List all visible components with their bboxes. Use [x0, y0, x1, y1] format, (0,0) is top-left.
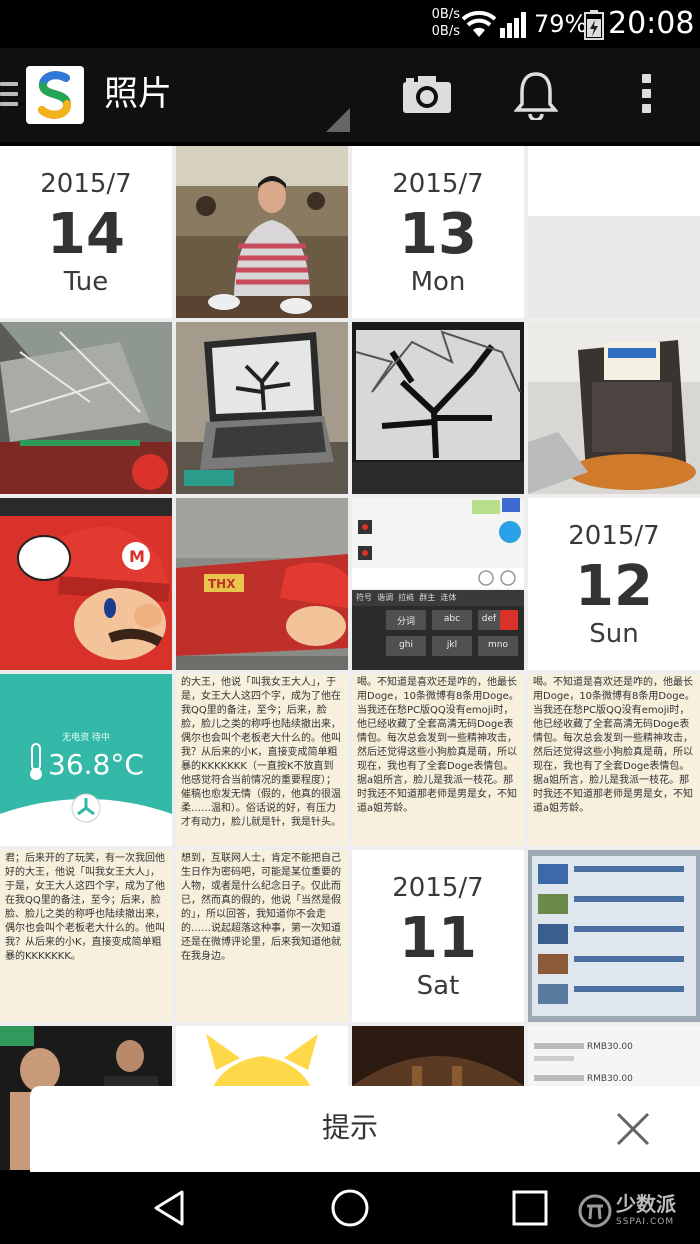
date-header-tile[interactable]: 2015/7 13 Mon: [352, 146, 524, 318]
battery-charging-icon: [584, 10, 604, 40]
date-header-tile[interactable]: 2015/7 11 Sat: [352, 850, 524, 1022]
date-weekday: Tue: [63, 267, 109, 297]
photo-grid: 2015/7 14 Tue 2015/7 13 Mon M THX 符号 谐调 …: [0, 146, 700, 1170]
watermark-text: 少数派: [616, 1192, 676, 1216]
net-up-text: 0B/s: [431, 7, 460, 22]
kb-key: 分词: [396, 617, 415, 627]
status-bar: 0B/s 0B/s 79% 20:08: [0, 0, 700, 48]
photo-thumbnail[interactable]: [528, 322, 700, 494]
sspai-logo-icon: [578, 1194, 612, 1228]
photo-thumbnail[interactable]: [352, 322, 524, 494]
screenshot-thumbnail[interactable]: 符号 谐调 拉裢 群主 连体 分词 abc def ghi jkl mno: [352, 498, 524, 670]
photo-thumbnail[interactable]: [528, 146, 700, 318]
network-speed: 0B/s 0B/s: [420, 6, 460, 40]
hint-banner[interactable]: 提示: [30, 1086, 700, 1172]
photo-thumbnail[interactable]: [176, 146, 348, 318]
clock: 20:08: [608, 6, 695, 41]
watermark-subtext: SSPAI.COM: [616, 1217, 675, 1227]
date-day: 14: [47, 202, 125, 267]
screenshot-thumbnail[interactable]: 无电资 待中 36.8°C: [0, 674, 172, 846]
text-page-thumbnail[interactable]: 喝。不知道是喜欢还是咋的，他最长用Doge，10条微博有8条用Doge。当我还在…: [528, 674, 700, 846]
net-down-text: 0B/s: [431, 24, 460, 39]
date-year-month: 2015/7: [40, 169, 132, 199]
photo-thumbnail[interactable]: [176, 322, 348, 494]
camera-icon[interactable]: [402, 74, 452, 114]
date-year-month: 2015/7: [568, 521, 660, 551]
svg-text:THX: THX: [208, 577, 236, 591]
kb-tab: 谐调: [377, 593, 394, 602]
app-bar: 照片: [0, 48, 700, 142]
date-year-month: 2015/7: [392, 873, 484, 903]
close-icon[interactable]: [610, 1106, 656, 1152]
hint-text: 提示: [321, 1111, 378, 1144]
date-weekday: Sat: [416, 971, 460, 1001]
kb-key: mno: [488, 640, 508, 650]
photo-thumbnail[interactable]: [0, 322, 172, 494]
kb-tab: 拉裢: [398, 593, 415, 602]
dropdown-corner-icon[interactable]: [326, 108, 350, 132]
date-day: 12: [575, 554, 653, 619]
thermo-label: 无电资 待中: [62, 733, 110, 743]
price-text: RMB30.00: [586, 1042, 633, 1052]
kb-key: def: [481, 614, 497, 624]
date-year-month: 2015/7: [392, 169, 484, 199]
text-page-thumbnail[interactable]: 喝。不知道是喜欢还是咋的，他最长用Doge，10条微博有8条用Doge。当我还在…: [352, 674, 524, 846]
home-icon[interactable]: [328, 1186, 372, 1230]
overflow-menu-icon[interactable]: [636, 74, 656, 118]
text-page-thumbnail[interactable]: 的大王，他说「叫我女王大人」，于是，女王大人这四个字，成为了他在我QQ里的备注，…: [176, 674, 348, 846]
kb-key: ghi: [399, 640, 413, 650]
date-weekday: Sun: [589, 619, 639, 649]
date-day: 11: [399, 906, 477, 971]
listing-price-1: RMB30.00: [534, 1042, 633, 1052]
kb-key: abc: [443, 614, 461, 624]
page-title: 照片: [104, 74, 172, 114]
photo-thumbnail[interactable]: THX: [176, 498, 348, 670]
system-nav-bar: 少数派 SSPAI.COM: [0, 1172, 700, 1244]
text-page-thumbnail[interactable]: 君；后来开的了玩笑，有一次我回他好的大王，他说「叫我女王大人」，于是，女王大人这…: [0, 850, 172, 1022]
date-header-tile[interactable]: 2015/7 12 Sun: [528, 498, 700, 670]
svg-text:M: M: [129, 547, 145, 566]
date-weekday: Mon: [410, 267, 466, 297]
price-text: RMB30.00: [586, 1074, 633, 1084]
wifi-icon: [462, 10, 496, 37]
kb-tab: 群主: [419, 593, 436, 602]
app-logo[interactable]: [26, 66, 84, 124]
temperature-reading: 36.8°C: [48, 748, 144, 781]
back-icon[interactable]: [150, 1188, 190, 1228]
date-header-tile[interactable]: 2015/7 14 Tue: [0, 146, 172, 318]
bell-icon[interactable]: [514, 70, 558, 120]
menu-icon[interactable]: [0, 82, 18, 110]
signal-icon: [500, 12, 526, 38]
recent-apps-icon[interactable]: [510, 1188, 550, 1228]
kb-tab: 符号: [356, 593, 372, 602]
watermark: 少数派 SSPAI.COM: [578, 1192, 688, 1232]
battery-percent: 79%: [534, 10, 588, 38]
date-day: 13: [399, 202, 477, 267]
kb-tab: 连体: [440, 593, 457, 602]
listing-price-2: RMB30.00: [534, 1074, 633, 1084]
text-page-thumbnail[interactable]: 想到，互联网人士，肯定不能把自己生日作为密码吧，可能是某位重要的人物，或者是什么…: [176, 850, 348, 1022]
kb-key: jkl: [446, 640, 458, 650]
photo-thumbnail[interactable]: [528, 850, 700, 1022]
photo-thumbnail[interactable]: M: [0, 498, 172, 670]
keyboard-preview: 符号 谐调 拉裢 群主 连体 分词 abc def ghi jkl mno: [352, 590, 524, 670]
